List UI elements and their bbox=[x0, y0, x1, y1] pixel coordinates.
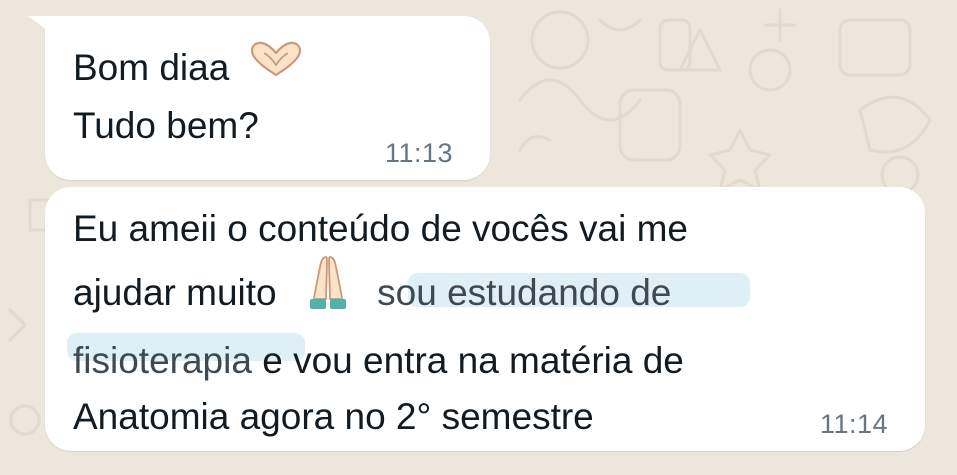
message-line-3: fisioterapia e vou entra na matéria de bbox=[73, 333, 688, 389]
folded-hands-icon bbox=[305, 253, 351, 329]
message-line-2: ajudar muito sou estudando de bbox=[73, 256, 688, 333]
heart-hands-icon bbox=[246, 39, 306, 95]
message-segment: e vou entra na matéria de bbox=[251, 340, 684, 381]
message-link-2[interactable]: fisioterapia bbox=[73, 340, 252, 381]
message-line-4: Anatomia agora no 2° semestre bbox=[73, 396, 594, 437]
message-bubble-1[interactable]: Bom diaa Tudo bem? 11:13 bbox=[27, 16, 490, 180]
message-text: Eu ameii o conteúdo de vocês vai me ajud… bbox=[73, 201, 688, 445]
message-segment: ajudar muito bbox=[73, 271, 277, 313]
bubble-tail bbox=[27, 16, 57, 40]
message-timestamp: 11:13 bbox=[385, 138, 454, 168]
message-text: Bom diaa Tudo bem? bbox=[73, 40, 306, 154]
message-line-1: Bom diaa bbox=[73, 47, 230, 88]
message-bubble-2[interactable]: Eu ameii o conteúdo de vocês vai me ajud… bbox=[45, 187, 925, 451]
message-line-1: Eu ameii o conteúdo de vocês vai me bbox=[73, 208, 688, 249]
message-link-1[interactable]: sou estudando de bbox=[377, 272, 671, 313]
message-timestamp: 11:14 bbox=[820, 409, 889, 439]
message-line-2: Tudo bem? bbox=[73, 105, 259, 147]
